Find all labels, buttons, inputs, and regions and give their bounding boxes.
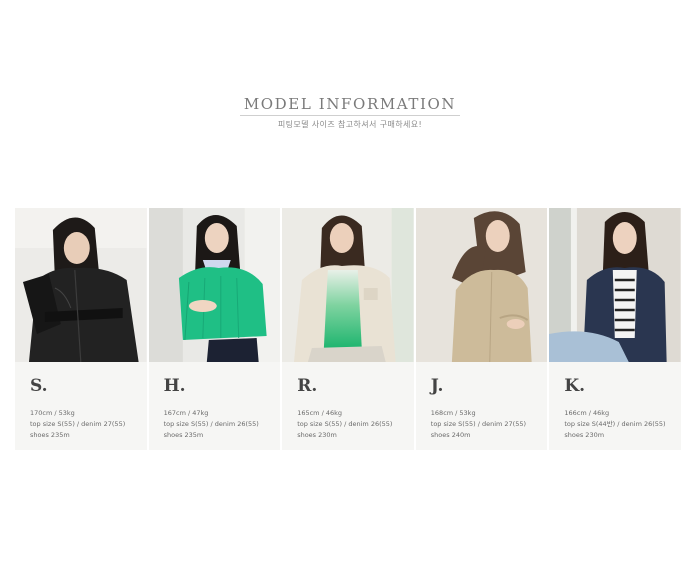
model-info-s: S. 170cm / 53kg top size S(55) / denim 2… [15, 362, 147, 441]
model-info-r: R. 165cm / 46kg top size S(55) / denim 2… [282, 362, 414, 441]
model-info-k: K. 166cm / 46kg top size S(44반) / denim … [549, 362, 681, 441]
model-initial: J. [430, 376, 444, 396]
model-info-h: H. 167cm / 47kg top size S(55) / denim 2… [149, 362, 281, 441]
model-list: S. 170cm / 53kg top size S(55) / denim 2… [15, 208, 681, 450]
model-shoes-size: shoes 230m [297, 431, 337, 439]
page-title: MODEL INFORMATION [239, 95, 461, 116]
model-card-h: H. 167cm / 47kg top size S(55) / denim 2… [148, 208, 281, 450]
model-shoes-size: shoes 235m [163, 431, 204, 439]
model-shoes-size: shoes 235m [30, 431, 70, 439]
model-info-j: J. 168cm / 53kg top size S(55) / denim 2… [416, 362, 548, 441]
model-height-weight: 170cm / 53kg [30, 409, 75, 417]
model-shoes-size: shoes 240m [430, 431, 471, 439]
model-top-denim-size: top size S(55) / denim 26(55) [297, 420, 393, 428]
model-height-weight: 165cm / 46kg [297, 409, 342, 417]
model-height-weight: 168cm / 53kg [430, 409, 476, 417]
model-top-denim-size: top size S(55) / denim 27(55) [430, 420, 527, 428]
model-photo-k [549, 208, 681, 362]
model-height-weight: 166cm / 46kg [564, 409, 610, 417]
model-photo-h [148, 208, 281, 362]
model-initial: R. [297, 376, 318, 396]
model-height-weight: 167cm / 47kg [163, 409, 209, 417]
header: MODEL INFORMATION 피팅모델 사이즈 참고하셔서 구매하세요! [0, 94, 700, 130]
model-top-denim-size: top size S(55) / denim 27(55) [30, 420, 126, 428]
model-initial: K. [564, 376, 586, 396]
model-initial: H. [163, 376, 186, 396]
model-photo-j [415, 208, 548, 362]
model-card-r: R. 165cm / 46kg top size S(55) / denim 2… [282, 208, 414, 450]
model-top-denim-size: top size S(55) / denim 26(55) [163, 420, 259, 428]
model-card-s: S. 170cm / 53kg top size S(55) / denim 2… [15, 208, 147, 450]
model-card-j: J. 168cm / 53kg top size S(55) / denim 2… [415, 208, 548, 450]
page-subtitle: 피팅모델 사이즈 참고하셔서 구매하세요! [277, 120, 423, 129]
model-photo-s [15, 208, 147, 362]
model-card-k: K. 166cm / 46kg top size S(44반) / denim … [549, 208, 681, 450]
model-top-denim-size: top size S(44반) / denim 26(55) [564, 420, 666, 428]
model-initial: S. [30, 376, 48, 396]
model-shoes-size: shoes 230m [564, 431, 605, 439]
model-photo-r [282, 208, 414, 362]
